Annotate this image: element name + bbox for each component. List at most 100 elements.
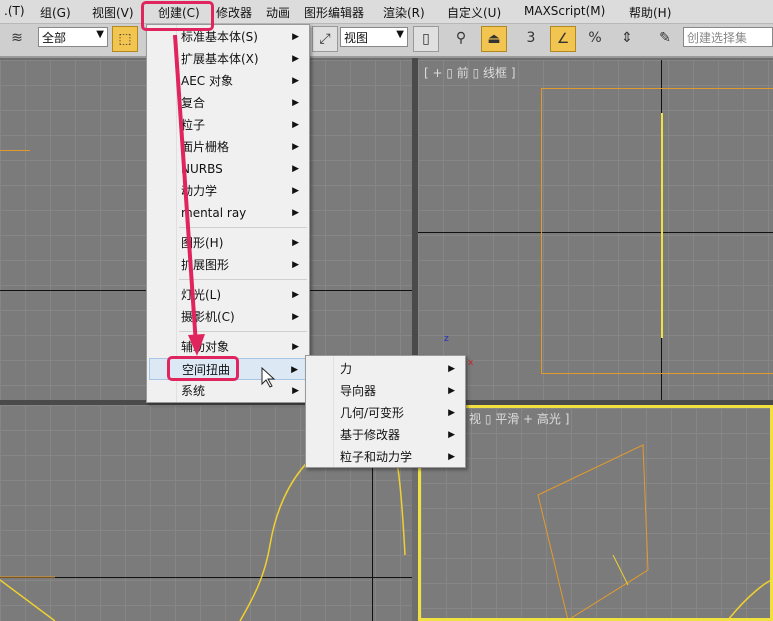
create-menu-item[interactable]: AEC 对象 ▶	[149, 70, 307, 92]
selection-filter-dropdown[interactable]: 全部 ▼	[38, 27, 108, 47]
submenu-item-label: 导向器	[340, 384, 377, 398]
menu-1[interactable]: 组(G)	[40, 4, 71, 21]
spinner-snap-button[interactable]: ⇕	[614, 26, 640, 52]
menu-7[interactable]: 渲染(R)	[383, 4, 425, 21]
menu-0[interactable]: .(T)	[4, 4, 25, 18]
submenu-item-label: 几何/可变形	[340, 406, 405, 420]
create-menu-item-label: 动力学	[181, 184, 218, 198]
submenu-arrow-icon: ▶	[448, 452, 455, 462]
menu-bar: .(T) 组(G) 视图(V) 创建(C) 修改器 动画 图形编辑器 渲染(R) 自定义(U) M…	[0, 0, 773, 24]
space-warp-submenu-item[interactable]: 基于修改器 ▶	[308, 424, 463, 446]
create-menu-item[interactable]: 灯光(L) ▶	[149, 284, 307, 306]
submenu-arrow-icon: ▶	[292, 164, 299, 174]
create-menu-item[interactable]: 复合 ▶	[149, 92, 307, 114]
menu-2[interactable]: 视图(V)	[92, 4, 134, 21]
viewport-front[interactable]: [ + ▯ 前 ▯ 线框 ] z x	[418, 60, 773, 400]
space-warp-submenu-item[interactable]: 力 ▶	[308, 358, 463, 380]
perspective-shape[interactable]	[418, 405, 773, 621]
space-warp-submenu-item[interactable]: 导向器 ▶	[308, 380, 463, 402]
create-menu-item[interactable]: 粒子 ▶	[149, 114, 307, 136]
reference-coordinate-dropdown[interactable]: 视图 ▼	[340, 27, 408, 47]
submenu-item-label: 力	[340, 362, 353, 376]
submenu-arrow-icon: ▶	[448, 408, 455, 418]
submenu-arrow-icon: ▶	[292, 290, 299, 300]
angle-snap-button[interactable]: ∠	[550, 26, 576, 52]
select-and-scale-button[interactable]: ⤢	[312, 26, 338, 52]
submenu-item-label: 基于修改器	[340, 428, 401, 442]
chevron-down-icon: ▼	[396, 29, 404, 40]
annotation-create-menu-highlight	[141, 1, 214, 31]
axis-x-label: x	[468, 358, 474, 368]
create-menu-item-label: AEC 对象	[181, 74, 233, 88]
select-object-button[interactable]: ⬚	[112, 26, 138, 52]
create-menu-item-label: mental ray	[181, 206, 247, 220]
create-menu-item-label: 辅助对象	[181, 340, 230, 354]
menu-separator	[179, 227, 307, 228]
named-selection-input[interactable]: 创建选择集	[683, 27, 773, 47]
create-menu-item-label: 扩展基本体(X)	[181, 52, 259, 66]
snap-label: 3	[526, 30, 536, 46]
space-warp-submenu-item[interactable]: 粒子和动力学 ▶	[308, 446, 463, 468]
create-menu-item-label: 标准基本体(S)	[181, 30, 258, 44]
create-menu-item-label: 面片栅格	[181, 140, 230, 154]
create-menu-item-label: 摄影机(C)	[181, 310, 235, 324]
pivot-center-button[interactable]: ▯	[413, 26, 439, 52]
menu-6[interactable]: 图形编辑器	[304, 4, 364, 21]
submenu-arrow-icon: ▶	[292, 120, 299, 130]
chevron-down-icon: ▼	[96, 29, 104, 40]
submenu-item-label: 粒子和动力学	[340, 450, 413, 464]
submenu-arrow-icon: ▶	[292, 238, 299, 248]
create-menu: 标准基本体(S) ▶ 扩展基本体(X) ▶ AEC 对象 ▶ 复合 ▶ 粒子 ▶ 面片栅格 ▶ NURB…	[146, 24, 310, 403]
submenu-arrow-icon: ▶	[292, 186, 299, 196]
create-menu-item[interactable]: 扩展图形 ▶	[149, 254, 307, 276]
viewport-label[interactable]: [ + ▯ 前 ▯ 线框 ]	[424, 64, 516, 81]
create-menu-item-label: 复合	[181, 96, 206, 110]
submenu-arrow-icon: ▶	[448, 430, 455, 440]
submenu-arrow-icon: ▶	[292, 386, 299, 396]
submenu-arrow-icon: ▶	[292, 76, 299, 86]
create-menu-item-label: 图形(H)	[181, 236, 224, 250]
menu-9[interactable]: MAXScript(M)	[524, 4, 605, 18]
annotation-space-warp-highlight	[167, 356, 239, 381]
bind-space-warp-icon[interactable]: ≋	[4, 26, 30, 52]
submenu-arrow-icon: ▶	[292, 208, 299, 218]
create-menu-item[interactable]: 动力学 ▶	[149, 180, 307, 202]
viewport-perspective[interactable]: 视 ▯ 平滑 + 高光 ]	[418, 405, 773, 621]
edit-named-selection-icon[interactable]: ✎	[652, 26, 678, 52]
menu-separator	[179, 331, 307, 332]
create-menu-item[interactable]: 面片栅格 ▶	[149, 136, 307, 158]
space-warp-submenu-item[interactable]: 几何/可变形 ▶	[308, 402, 463, 424]
create-menu-item[interactable]: 图形(H) ▶	[149, 232, 307, 254]
create-menu-item[interactable]: NURBS ▶	[149, 158, 307, 180]
create-menu-item-label: 粒子	[181, 118, 206, 132]
submenu-arrow-icon: ▶	[292, 260, 299, 270]
main-toolbar: ≋ 全部 ▼ ⬚ ⤢ 视图 ▼ ▯ ⚲ ⏏ 3 ∠ % ⇕ ✎ 创建选择集	[0, 24, 773, 58]
create-menu-item-label: 扩展图形	[181, 258, 230, 272]
create-menu-item[interactable]: 扩展基本体(X) ▶	[149, 48, 307, 70]
menu-separator	[179, 279, 307, 280]
percent-label: %	[588, 30, 602, 46]
create-menu-item[interactable]: 辅助对象 ▶	[149, 336, 307, 358]
submenu-arrow-icon: ▶	[292, 142, 299, 152]
snap-toggle-button[interactable]: 3	[518, 26, 544, 52]
create-menu-item[interactable]: mental ray ▶	[149, 202, 307, 224]
selection-filter-value: 全部	[42, 31, 67, 45]
percent-snap-button[interactable]: %	[582, 26, 608, 52]
manipulate-button[interactable]: ⏏	[481, 26, 507, 52]
create-menu-item[interactable]: 系统 ▶	[149, 380, 307, 402]
create-menu-item[interactable]: 摄影机(C) ▶	[149, 306, 307, 328]
reference-coordinate-value: 视图	[344, 31, 369, 45]
create-menu-item-label: NURBS	[181, 162, 223, 176]
menu-5[interactable]: 动画	[266, 4, 290, 21]
menu-10[interactable]: 帮助(H)	[629, 4, 671, 21]
selected-line[interactable]	[661, 113, 663, 338]
submenu-arrow-icon: ▶	[292, 32, 299, 42]
menu-8[interactable]: 自定义(U)	[447, 4, 501, 21]
named-selection-placeholder: 创建选择集	[687, 31, 748, 45]
submenu-arrow-icon: ▶	[448, 364, 455, 374]
submenu-arrow-icon: ▶	[448, 386, 455, 396]
submenu-arrow-icon: ▶	[292, 98, 299, 108]
select-and-link-icon[interactable]: ⚲	[448, 26, 474, 52]
rectangle-shape[interactable]	[541, 88, 773, 374]
menu-4[interactable]: 修改器	[216, 4, 252, 21]
